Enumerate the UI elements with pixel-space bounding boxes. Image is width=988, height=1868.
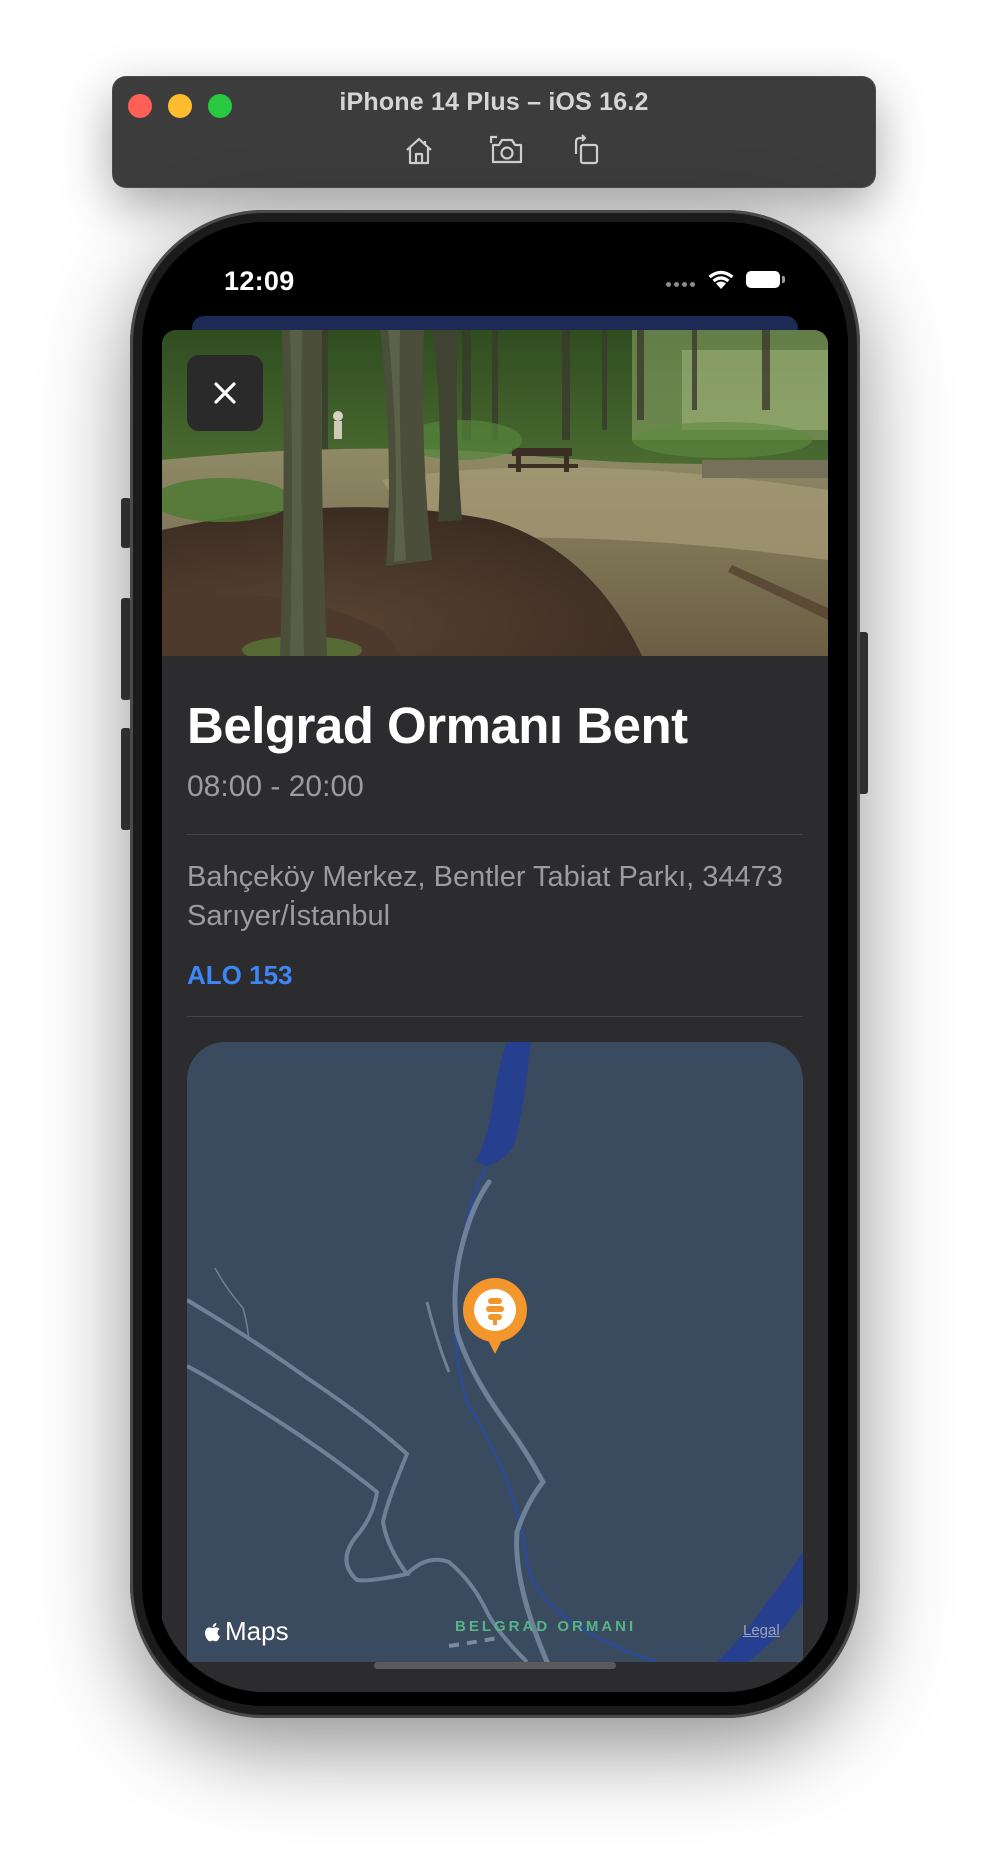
home-indicator[interactable] [374,1662,616,1669]
map-view[interactable]: Maps BELGRAD ORMANI Legal [187,1042,803,1662]
rotate-icon[interactable] [570,134,604,168]
legal-link[interactable]: Legal [743,1622,780,1639]
place-address: Bahçeköy Merkez, Bentler Tabiat Parkı, 3… [187,861,783,932]
place-detail-sheet: Belgrad Ormanı Bent 08:00 - 20:00 Bahçek… [162,330,828,1692]
screenshot-icon[interactable] [489,134,524,168]
close-button[interactable] [187,355,263,431]
map-pin[interactable] [463,1278,527,1354]
status-time: 12:09 [224,266,295,296]
close-icon [214,382,236,404]
place-title: Belgrad Ormanı Bent [187,697,688,754]
apple-logo-icon [205,1622,220,1641]
device-screen: 12:09 Belgrad Ormanı Bent 08:00 - 20:00 … [156,236,834,1692]
maps-logo: Maps [203,1616,289,1647]
cellular-dots-icon [666,282,695,287]
map-area-label: BELGRAD ORMANI [455,1618,637,1635]
battery-icon [746,271,785,288]
maps-logo-text: Maps [225,1616,289,1646]
home-icon[interactable] [402,134,436,168]
wifi-icon [708,270,734,289]
place-photo [162,330,828,656]
simulator-title-bar: iPhone 14 Plus – iOS 16.2 [112,76,876,188]
divider [187,1016,803,1017]
simulator-title: iPhone 14 Plus – iOS 16.2 [339,88,649,116]
phone-link[interactable]: ALO 153 [187,960,293,991]
opening-hours: 08:00 - 20:00 [187,770,364,803]
divider [187,834,803,835]
